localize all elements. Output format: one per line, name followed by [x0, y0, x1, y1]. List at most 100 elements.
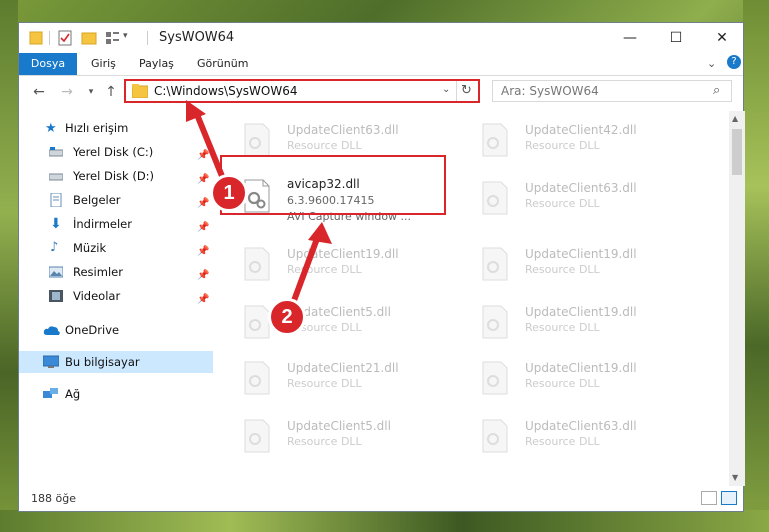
- forward-arrow-icon[interactable]: →: [59, 84, 75, 100]
- large-icons-view-icon[interactable]: [721, 491, 737, 505]
- dll-file-icon: [244, 361, 270, 395]
- window-title: SysWOW64: [159, 30, 235, 45]
- tab-file[interactable]: Dosya: [19, 53, 77, 75]
- sidebar-item-music[interactable]: ♪ Müzik 📌: [19, 237, 213, 259]
- sidebar-item-label: Videolar: [73, 289, 121, 303]
- refresh-icon[interactable]: ↻: [461, 83, 472, 98]
- tab-view[interactable]: Görünüm: [197, 53, 248, 75]
- pin-icon[interactable]: 📌: [197, 217, 209, 239]
- video-icon: [49, 290, 63, 302]
- file-name: UpdateClient63.dll: [525, 181, 637, 195]
- navigation-pane: ★ Hızlı erişim Yerel Disk (C:) 📌 Yerel D…: [19, 111, 214, 486]
- file-item[interactable]: UpdateClient63.dll Resource DLL: [457, 175, 687, 221]
- pin-icon[interactable]: 📌: [197, 289, 209, 311]
- title-bar: ▾ SysWOW64 — ☐ ✕: [19, 23, 743, 53]
- file-item[interactable]: UpdateClient42.dll Resource DLL: [457, 117, 687, 163]
- sidebar-item-local-disk-d[interactable]: Yerel Disk (D:) 📌: [19, 165, 213, 187]
- documents-icon: [50, 193, 62, 207]
- file-item[interactable]: UpdateClient19.dll Resource DLL: [219, 241, 449, 287]
- computer-icon: [43, 355, 59, 368]
- dll-file-icon: [244, 419, 270, 453]
- close-button[interactable]: ✕: [699, 23, 745, 53]
- vertical-scrollbar[interactable]: ▲ ▼: [729, 111, 745, 486]
- scroll-thumb[interactable]: [732, 129, 742, 175]
- sidebar-item-onedrive[interactable]: OneDrive: [19, 319, 213, 341]
- tab-home[interactable]: Giriş: [91, 53, 116, 75]
- step-badge-2: 2: [268, 298, 306, 336]
- file-item[interactable]: UpdateClient19.dll Resource DLL: [457, 299, 687, 345]
- drive-icon: [49, 147, 63, 157]
- chevron-down-icon[interactable]: ▾: [123, 31, 128, 49]
- customize-quick-access-icon[interactable]: [105, 29, 121, 47]
- pictures-icon: [49, 266, 63, 278]
- file-item[interactable]: UpdateClient21.dll Resource DLL: [219, 355, 449, 401]
- minimize-button[interactable]: —: [607, 23, 653, 53]
- sidebar-item-local-disk-c[interactable]: Yerel Disk (C:) 📌: [19, 141, 213, 163]
- pin-icon[interactable]: 📌: [197, 145, 209, 167]
- sidebar-item-label: Yerel Disk (D:): [73, 169, 155, 183]
- sidebar-item-videos[interactable]: Videolar 📌: [19, 285, 213, 307]
- file-name: UpdateClient63.dll: [525, 419, 637, 433]
- details-view-icon[interactable]: [701, 491, 717, 505]
- music-icon: ♪: [50, 240, 59, 255]
- file-description: Resource DLL: [525, 197, 600, 210]
- back-arrow-icon[interactable]: ←: [31, 84, 47, 100]
- pin-icon[interactable]: 📌: [197, 241, 209, 263]
- sidebar-item-label: İndirmeler: [73, 217, 132, 231]
- address-bar[interactable]: C:\Windows\SysWOW64 ⌄ ↻: [125, 80, 479, 102]
- scroll-up-icon[interactable]: ▲: [732, 114, 738, 123]
- scroll-down-icon[interactable]: ▼: [732, 473, 738, 482]
- file-item[interactable]: UpdateClient19.dll Resource DLL: [457, 241, 687, 287]
- pin-icon[interactable]: 📌: [197, 265, 209, 287]
- file-description: Resource DLL: [525, 263, 600, 276]
- navigation-bar: ← → ▾ ↑ C:\Windows\SysWOW64 ⌄ ↻ Ara: Sys…: [19, 76, 743, 108]
- chevron-down-icon[interactable]: ⌄: [707, 57, 716, 70]
- properties-icon[interactable]: [57, 29, 73, 47]
- sidebar-item-label: Hızlı erişim: [65, 121, 129, 135]
- new-folder-icon[interactable]: [81, 29, 97, 47]
- sidebar-item-network[interactable]: Ağ: [19, 383, 213, 405]
- network-icon: [43, 388, 58, 398]
- desktop-background-right: [743, 0, 769, 532]
- status-bar: 188 öğe: [19, 487, 743, 511]
- sidebar-item-this-pc[interactable]: Bu bilgisayar: [19, 351, 213, 373]
- search-input[interactable]: Ara: SysWOW64 ⌕: [492, 80, 732, 102]
- sidebar-item-pictures[interactable]: Resimler 📌: [19, 261, 213, 283]
- sidebar-item-label: Belgeler: [73, 193, 121, 207]
- step-badge-1: 1: [210, 174, 248, 212]
- up-arrow-icon[interactable]: ↑: [103, 84, 119, 100]
- drive-icon: [49, 173, 63, 181]
- file-name: UpdateClient19.dll: [525, 361, 637, 375]
- file-description: Resource DLL: [525, 321, 600, 334]
- sidebar-item-label: Yerel Disk (C:): [73, 145, 154, 159]
- folder-icon: [132, 84, 148, 98]
- sidebar-item-label: OneDrive: [65, 323, 120, 337]
- separator: [49, 31, 50, 45]
- folder-icon: [29, 31, 43, 45]
- maximize-button[interactable]: ☐: [653, 23, 699, 53]
- pin-icon[interactable]: 📌: [197, 169, 209, 191]
- file-description: Resource DLL: [287, 377, 362, 390]
- sidebar-item-quick-access[interactable]: ★ Hızlı erişim: [19, 117, 213, 139]
- chevron-down-icon[interactable]: ⌄: [442, 84, 450, 95]
- file-item[interactable]: UpdateClient5.dll Resource DLL: [219, 413, 449, 459]
- file-name: UpdateClient19.dll: [525, 305, 637, 319]
- sidebar-item-downloads[interactable]: ⬇ İndirmeler 📌: [19, 213, 213, 235]
- pin-icon[interactable]: 📌: [197, 193, 209, 215]
- search-icon[interactable]: ⌕: [713, 83, 720, 98]
- tab-share[interactable]: Paylaş: [139, 53, 174, 75]
- recent-locations-chevron-icon[interactable]: ▾: [83, 84, 99, 100]
- sidebar-item-documents[interactable]: Belgeler 📌: [19, 189, 213, 211]
- dll-file-icon: [482, 247, 508, 281]
- ribbon-tabs: Dosya Giriş Paylaş Görünüm ⌄ ?: [19, 53, 743, 76]
- file-description: Resource DLL: [287, 435, 362, 448]
- help-icon[interactable]: ?: [727, 55, 741, 69]
- dll-file-icon: [482, 123, 508, 157]
- file-item[interactable]: UpdateClient5.dll Resource DLL: [219, 299, 449, 345]
- file-description: Resource DLL: [525, 377, 600, 390]
- dll-file-icon: [482, 305, 508, 339]
- file-item[interactable]: UpdateClient63.dll Resource DLL: [457, 413, 687, 459]
- file-item[interactable]: UpdateClient19.dll Resource DLL: [457, 355, 687, 401]
- file-name: UpdateClient5.dll: [287, 419, 391, 433]
- desktop-background-bottom: [0, 510, 769, 532]
